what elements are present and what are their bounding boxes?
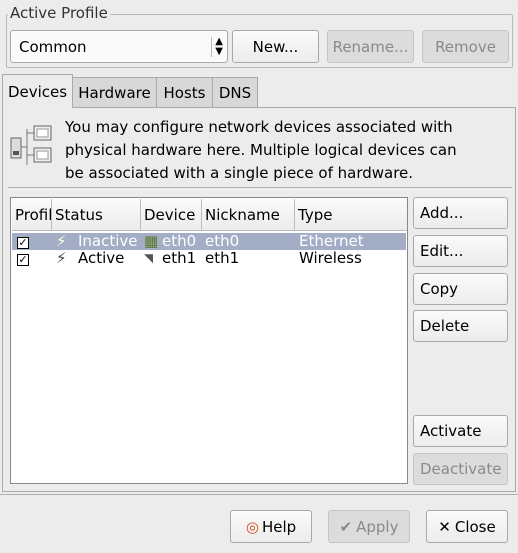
status-cell: Inactive — [78, 233, 138, 250]
add-device-button[interactable]: Add... — [413, 197, 508, 229]
nickname-cell: eth0 — [205, 233, 240, 250]
devices-table[interactable]: Profile Status Device Nickname Type ✓ ⚡ … — [10, 197, 408, 484]
plug-icon: ⚡ — [56, 250, 67, 267]
info-line: You may configure network devices associ… — [65, 118, 453, 136]
close-button[interactable]: ✕ Close — [426, 510, 508, 543]
wireless-icon: ◥ — [144, 251, 154, 265]
column-header-nickname[interactable]: Nickname — [202, 199, 295, 231]
device-cell: eth1 — [162, 250, 197, 267]
apply-label: Apply — [356, 517, 399, 536]
column-header-device[interactable]: Device — [141, 199, 202, 231]
table-row[interactable]: ✓ ⚡ Inactive ▦ eth0 eth0 Ethernet — [12, 233, 406, 250]
column-header-profile[interactable]: Profile — [12, 199, 52, 231]
delete-device-button[interactable]: Delete — [413, 310, 508, 342]
profile-combo-value: Common — [19, 37, 87, 56]
profile-checkbox[interactable]: ✓ — [17, 237, 29, 249]
new-profile-button[interactable]: New... — [232, 30, 319, 63]
devices-info-text: You may configure network devices associ… — [65, 116, 505, 185]
help-button[interactable]: ◎ Help — [230, 510, 312, 543]
column-header-type[interactable]: Type — [295, 199, 407, 231]
type-cell: Wireless — [299, 250, 362, 267]
edit-device-button[interactable]: Edit... — [413, 235, 508, 267]
remove-profile-button[interactable]: Remove — [422, 30, 509, 63]
help-label: Help — [261, 517, 297, 536]
apply-button[interactable]: ✔ Apply — [328, 510, 410, 543]
network-devices-icon — [10, 125, 52, 165]
tab-hosts[interactable]: Hosts — [156, 77, 213, 107]
info-divider — [8, 187, 512, 188]
profile-combo[interactable]: Common ▲ ▼ — [10, 30, 228, 63]
activate-device-button[interactable]: Activate — [413, 415, 508, 447]
device-cell: eth0 — [162, 233, 197, 250]
close-label: Close — [454, 517, 496, 536]
footer-divider — [0, 494, 518, 495]
copy-device-button[interactable]: Copy — [413, 273, 508, 305]
info-line: be associated with a single piece of har… — [65, 164, 414, 182]
column-header-status[interactable]: Status — [52, 199, 141, 231]
tab-devices[interactable]: Devices — [2, 74, 73, 108]
updown-arrow-icon: ▲ ▼ — [211, 37, 223, 57]
type-cell: Ethernet — [299, 233, 364, 250]
close-icon: ✕ — [438, 517, 451, 536]
checkmark-icon: ✔ — [339, 517, 353, 536]
info-line: physical hardware here. Multiple logical… — [65, 141, 457, 159]
tab-hardware[interactable]: Hardware — [72, 77, 157, 107]
rename-profile-button[interactable]: Rename... — [327, 30, 414, 63]
deactivate-device-button[interactable]: Deactivate — [413, 453, 508, 485]
nickname-cell: eth1 — [205, 250, 240, 267]
lifebuoy-icon: ◎ — [245, 517, 259, 536]
status-cell: Active — [78, 250, 125, 267]
plug-icon: ⚡ — [56, 233, 67, 250]
active-profile-label: Active Profile — [8, 4, 110, 22]
ethernet-card-icon: ▦ — [144, 233, 159, 250]
profile-checkbox[interactable]: ✓ — [17, 254, 29, 266]
table-row[interactable]: ✓ ⚡ Active ◥ eth1 eth1 Wireless — [12, 250, 406, 267]
tab-dns[interactable]: DNS — [212, 77, 258, 107]
